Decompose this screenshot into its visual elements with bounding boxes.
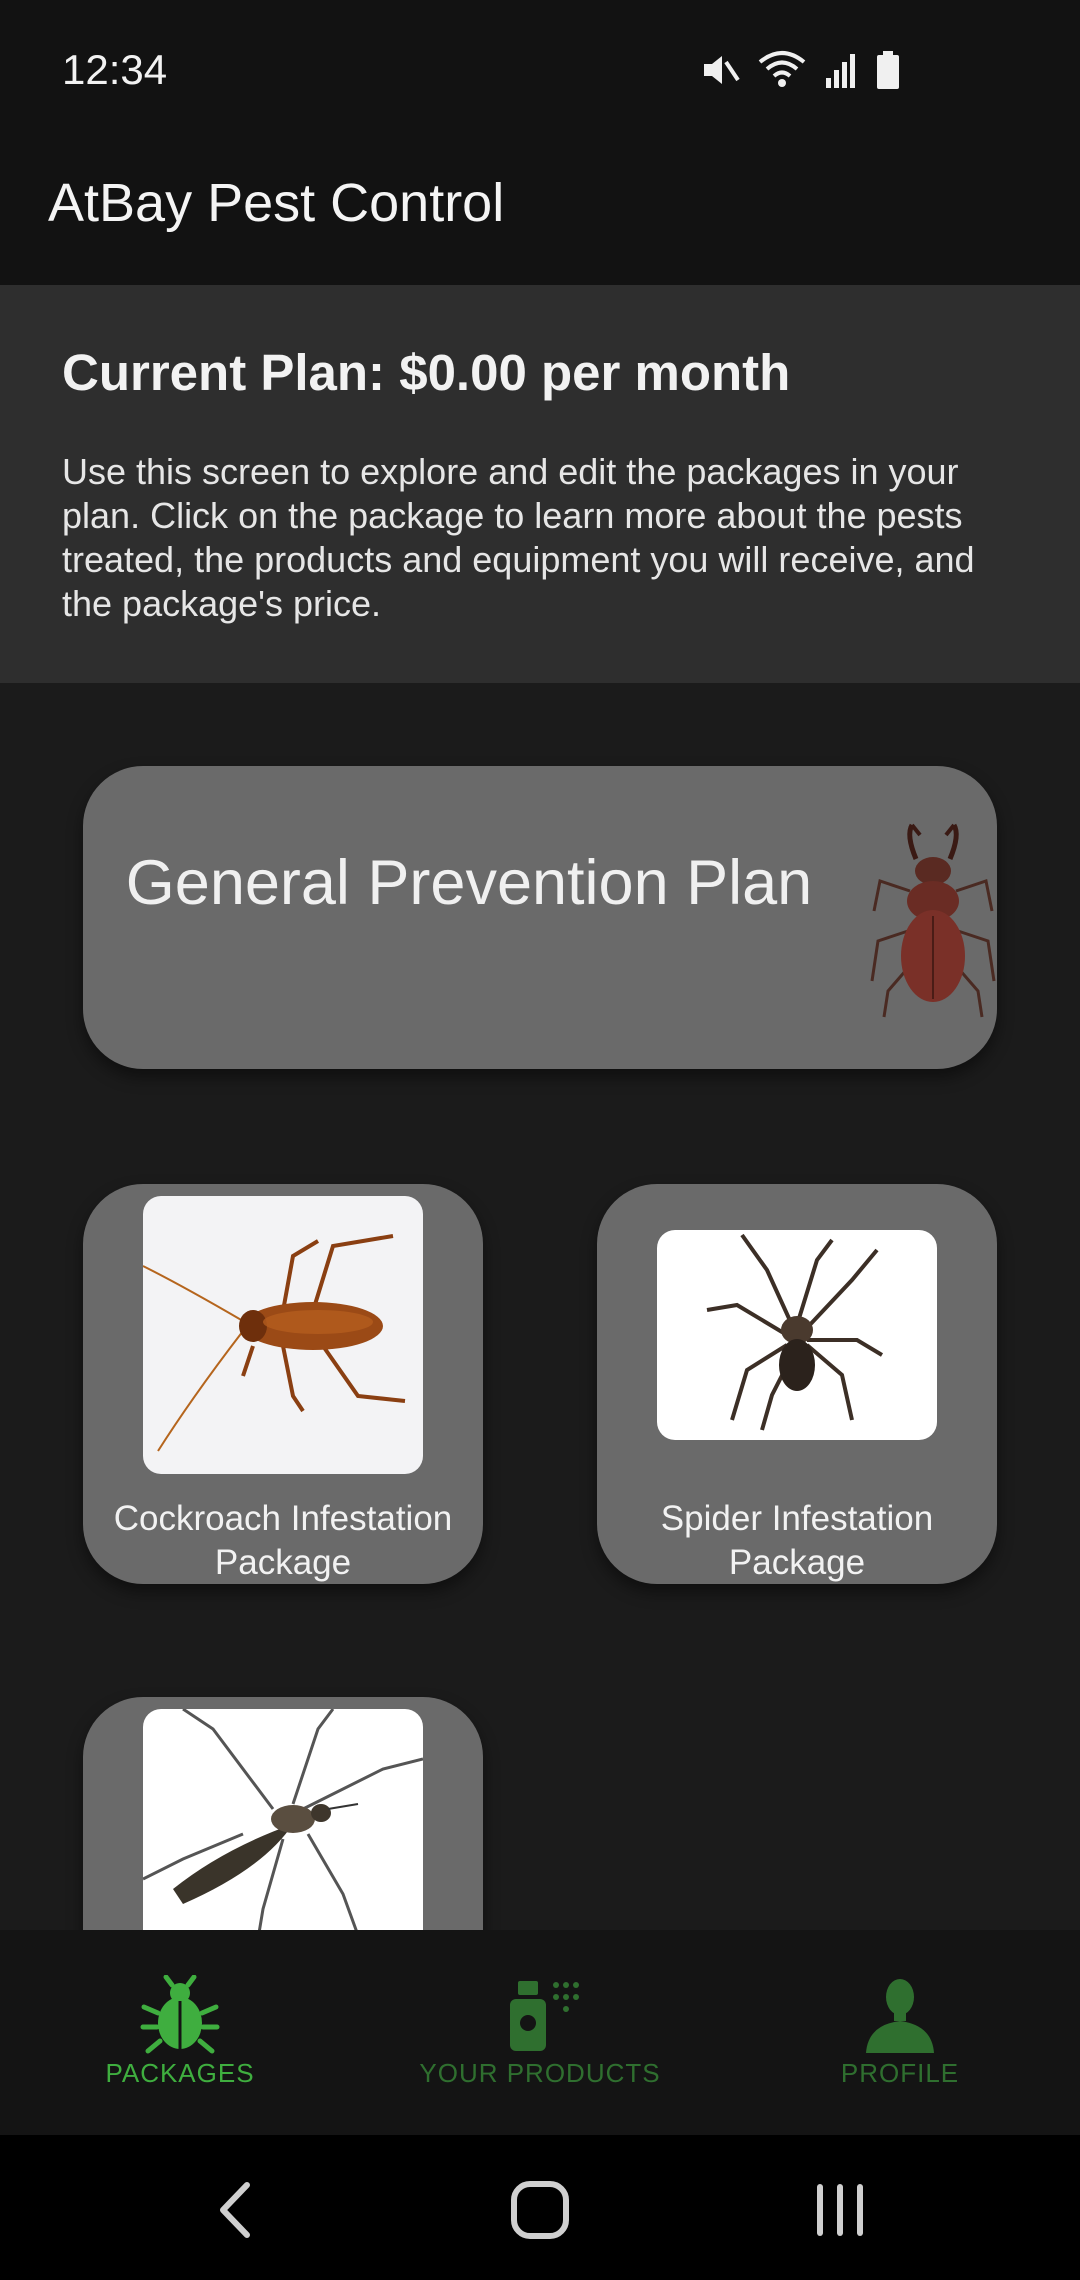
spider-package-label: Spider Infestation Package: [660, 1499, 934, 1582]
recent-apps-icon[interactable]: [800, 2175, 880, 2245]
nav-profile[interactable]: PROFILE: [720, 1930, 1080, 2135]
bottom-navigation: PACKAGES YOUR PRODUCTS PROFILE: [0, 1930, 1080, 2135]
plan-description: Use this screen to explore and edit the …: [62, 451, 975, 624]
plan-title: Current Plan: $0.00 per month: [62, 344, 791, 401]
status-bar: 12:34: [0, 0, 1080, 140]
spider-package-card[interactable]: Spider Infestation Package: [597, 1184, 997, 1584]
mute-icon: [704, 56, 740, 84]
bug-icon: [140, 1975, 220, 2054]
battery-icon: [877, 51, 899, 89]
mosquito-image-frame: [143, 1709, 423, 1930]
nav-your-products[interactable]: YOUR PRODUCTS: [360, 1930, 720, 2135]
wifi-icon: [758, 51, 806, 87]
spider-image-frame: [657, 1230, 937, 1440]
status-time: 12:34: [62, 46, 168, 93]
nav-your-products-label: YOUR PRODUCTS: [419, 2058, 661, 2088]
home-icon[interactable]: [500, 2175, 580, 2245]
general-plan-label: General Prevention Plan: [125, 848, 813, 918]
cockroach-image-frame: [143, 1196, 423, 1474]
cockroach-image: [143, 1234, 406, 1452]
spider-image: [706, 1233, 884, 1431]
cockroach-package-label: Cockroach Infestation Package: [113, 1499, 453, 1582]
spray-icon: [510, 1981, 579, 2051]
nav-packages[interactable]: PACKAGES: [0, 1930, 360, 2135]
packages-list[interactable]: General Prevention Plan Cockroach Infest…: [0, 683, 1080, 1930]
back-icon[interactable]: [195, 2175, 275, 2245]
nav-profile-label: PROFILE: [840, 2058, 960, 2088]
mosquito-image: [143, 1709, 423, 1930]
system-navigation-bar: [0, 2135, 1080, 2280]
general-prevention-plan-card[interactable]: General Prevention Plan: [83, 766, 997, 1069]
stag-beetle-image: [870, 823, 996, 1018]
app-title: AtBay Pest Control: [48, 173, 505, 233]
app-bar: AtBay Pest Control: [0, 140, 1080, 285]
screen: 12:34 AtBay Pest Control Current Plan: $…: [0, 0, 1080, 2280]
plan-header: Current Plan: $0.00 per month Use this s…: [0, 285, 1080, 683]
cockroach-package-card[interactable]: Cockroach Infestation Package: [83, 1184, 483, 1584]
signal-icon: [826, 54, 855, 88]
status-icons: [700, 50, 900, 90]
person-icon: [866, 1979, 934, 2053]
nav-packages-label: PACKAGES: [105, 2058, 255, 2088]
mosquito-package-card[interactable]: [83, 1697, 483, 1930]
